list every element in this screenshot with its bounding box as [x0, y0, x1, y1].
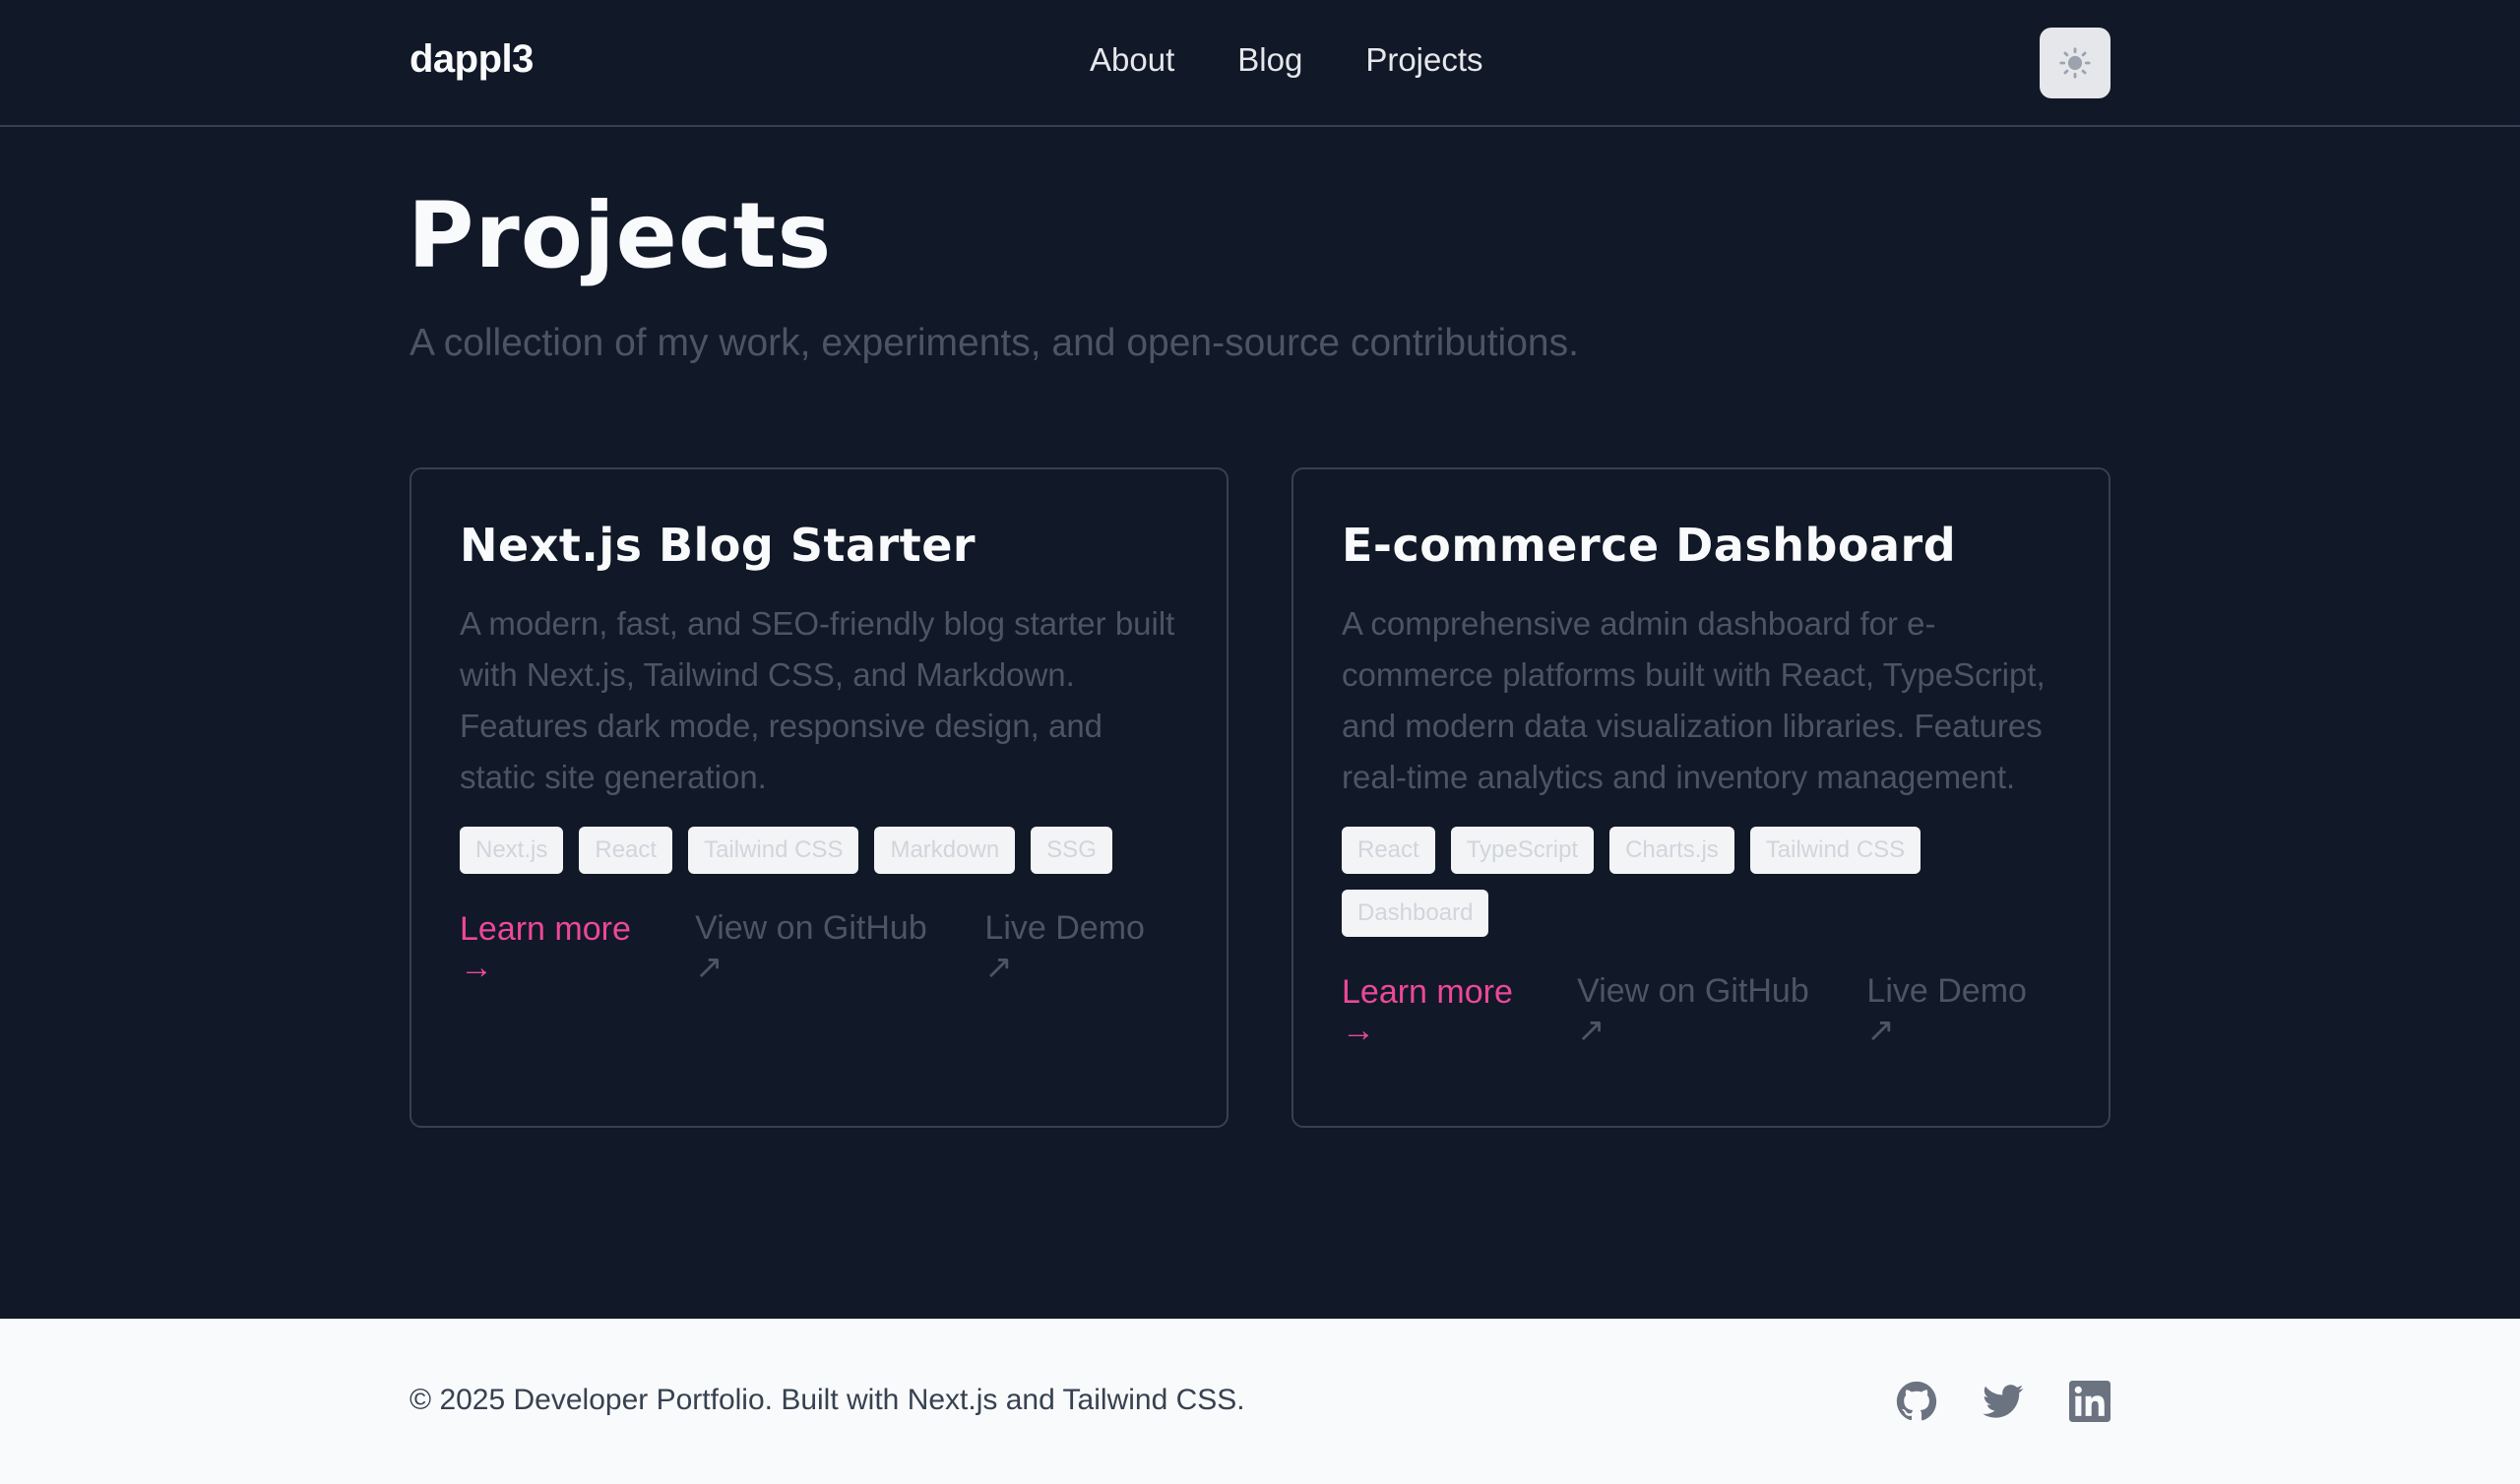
project-description: A comprehensive admin dashboard for e-co… — [1342, 605, 2046, 796]
tag: TypeScript — [1450, 827, 1595, 875]
project-card: E-commerce Dashboard A comprehensive adm… — [1292, 467, 2110, 1128]
sun-icon — [2059, 47, 2091, 79]
page-subtitle: A collection of my work, experiments, an… — [410, 322, 1579, 364]
copyright-text: © 2025 Developer Portfolio. Built with N… — [410, 1384, 1245, 1416]
tag: Charts.js — [1609, 827, 1734, 875]
tag: Tailwind CSS — [688, 827, 859, 875]
tag-list: React TypeScript Charts.js Tailwind CSS … — [1342, 827, 2060, 938]
learn-more-link[interactable]: Learn more → — [460, 910, 669, 987]
site-header: dappl3 About Blog Projects — [0, 0, 2520, 127]
project-links: Learn more → View on GitHub ↗ Live Demo … — [1342, 972, 2060, 1050]
tag: SSG — [1031, 827, 1112, 875]
tag: React — [579, 827, 673, 875]
nav-link-about[interactable]: About — [1090, 41, 1174, 79]
project-description: A modern, fast, and SEO-friendly blog st… — [460, 605, 1175, 796]
linkedin-icon[interactable] — [2069, 1381, 2110, 1422]
github-icon[interactable] — [1896, 1381, 1937, 1422]
nav-link-projects[interactable]: Projects — [1365, 41, 1482, 79]
tag: Next.js — [460, 827, 564, 875]
social-links — [1896, 1381, 2110, 1422]
tag-list: Next.js React Tailwind CSS Markdown SSG — [460, 827, 1178, 875]
live-demo-link[interactable]: Live Demo ↗ — [1866, 972, 2060, 1050]
project-card: Next.js Blog Starter A modern, fast, and… — [410, 467, 1228, 1128]
site-footer: © 2025 Developer Portfolio. Built with N… — [0, 1319, 2520, 1484]
project-title: E-commerce Dashboard — [1342, 519, 1957, 572]
tag: Tailwind CSS — [1749, 827, 1922, 875]
tag: Markdown — [874, 827, 1016, 875]
live-demo-link[interactable]: Live Demo ↗ — [984, 909, 1178, 987]
site-logo[interactable]: dappl3 — [410, 37, 534, 82]
github-link[interactable]: View on GitHub ↗ — [695, 909, 959, 987]
main-nav: About Blog Projects — [1090, 41, 1483, 79]
page-title: Projects — [408, 183, 833, 288]
twitter-icon[interactable] — [1983, 1381, 2024, 1422]
tag: Dashboard — [1342, 890, 1489, 938]
tag: React — [1342, 827, 1435, 875]
learn-more-link[interactable]: Learn more → — [1342, 973, 1551, 1050]
github-link[interactable]: View on GitHub ↗ — [1577, 972, 1841, 1050]
theme-toggle-button[interactable] — [2040, 28, 2110, 98]
project-title: Next.js Blog Starter — [460, 519, 976, 572]
nav-link-blog[interactable]: Blog — [1237, 41, 1302, 79]
project-links: Learn more → View on GitHub ↗ Live Demo … — [460, 909, 1178, 987]
